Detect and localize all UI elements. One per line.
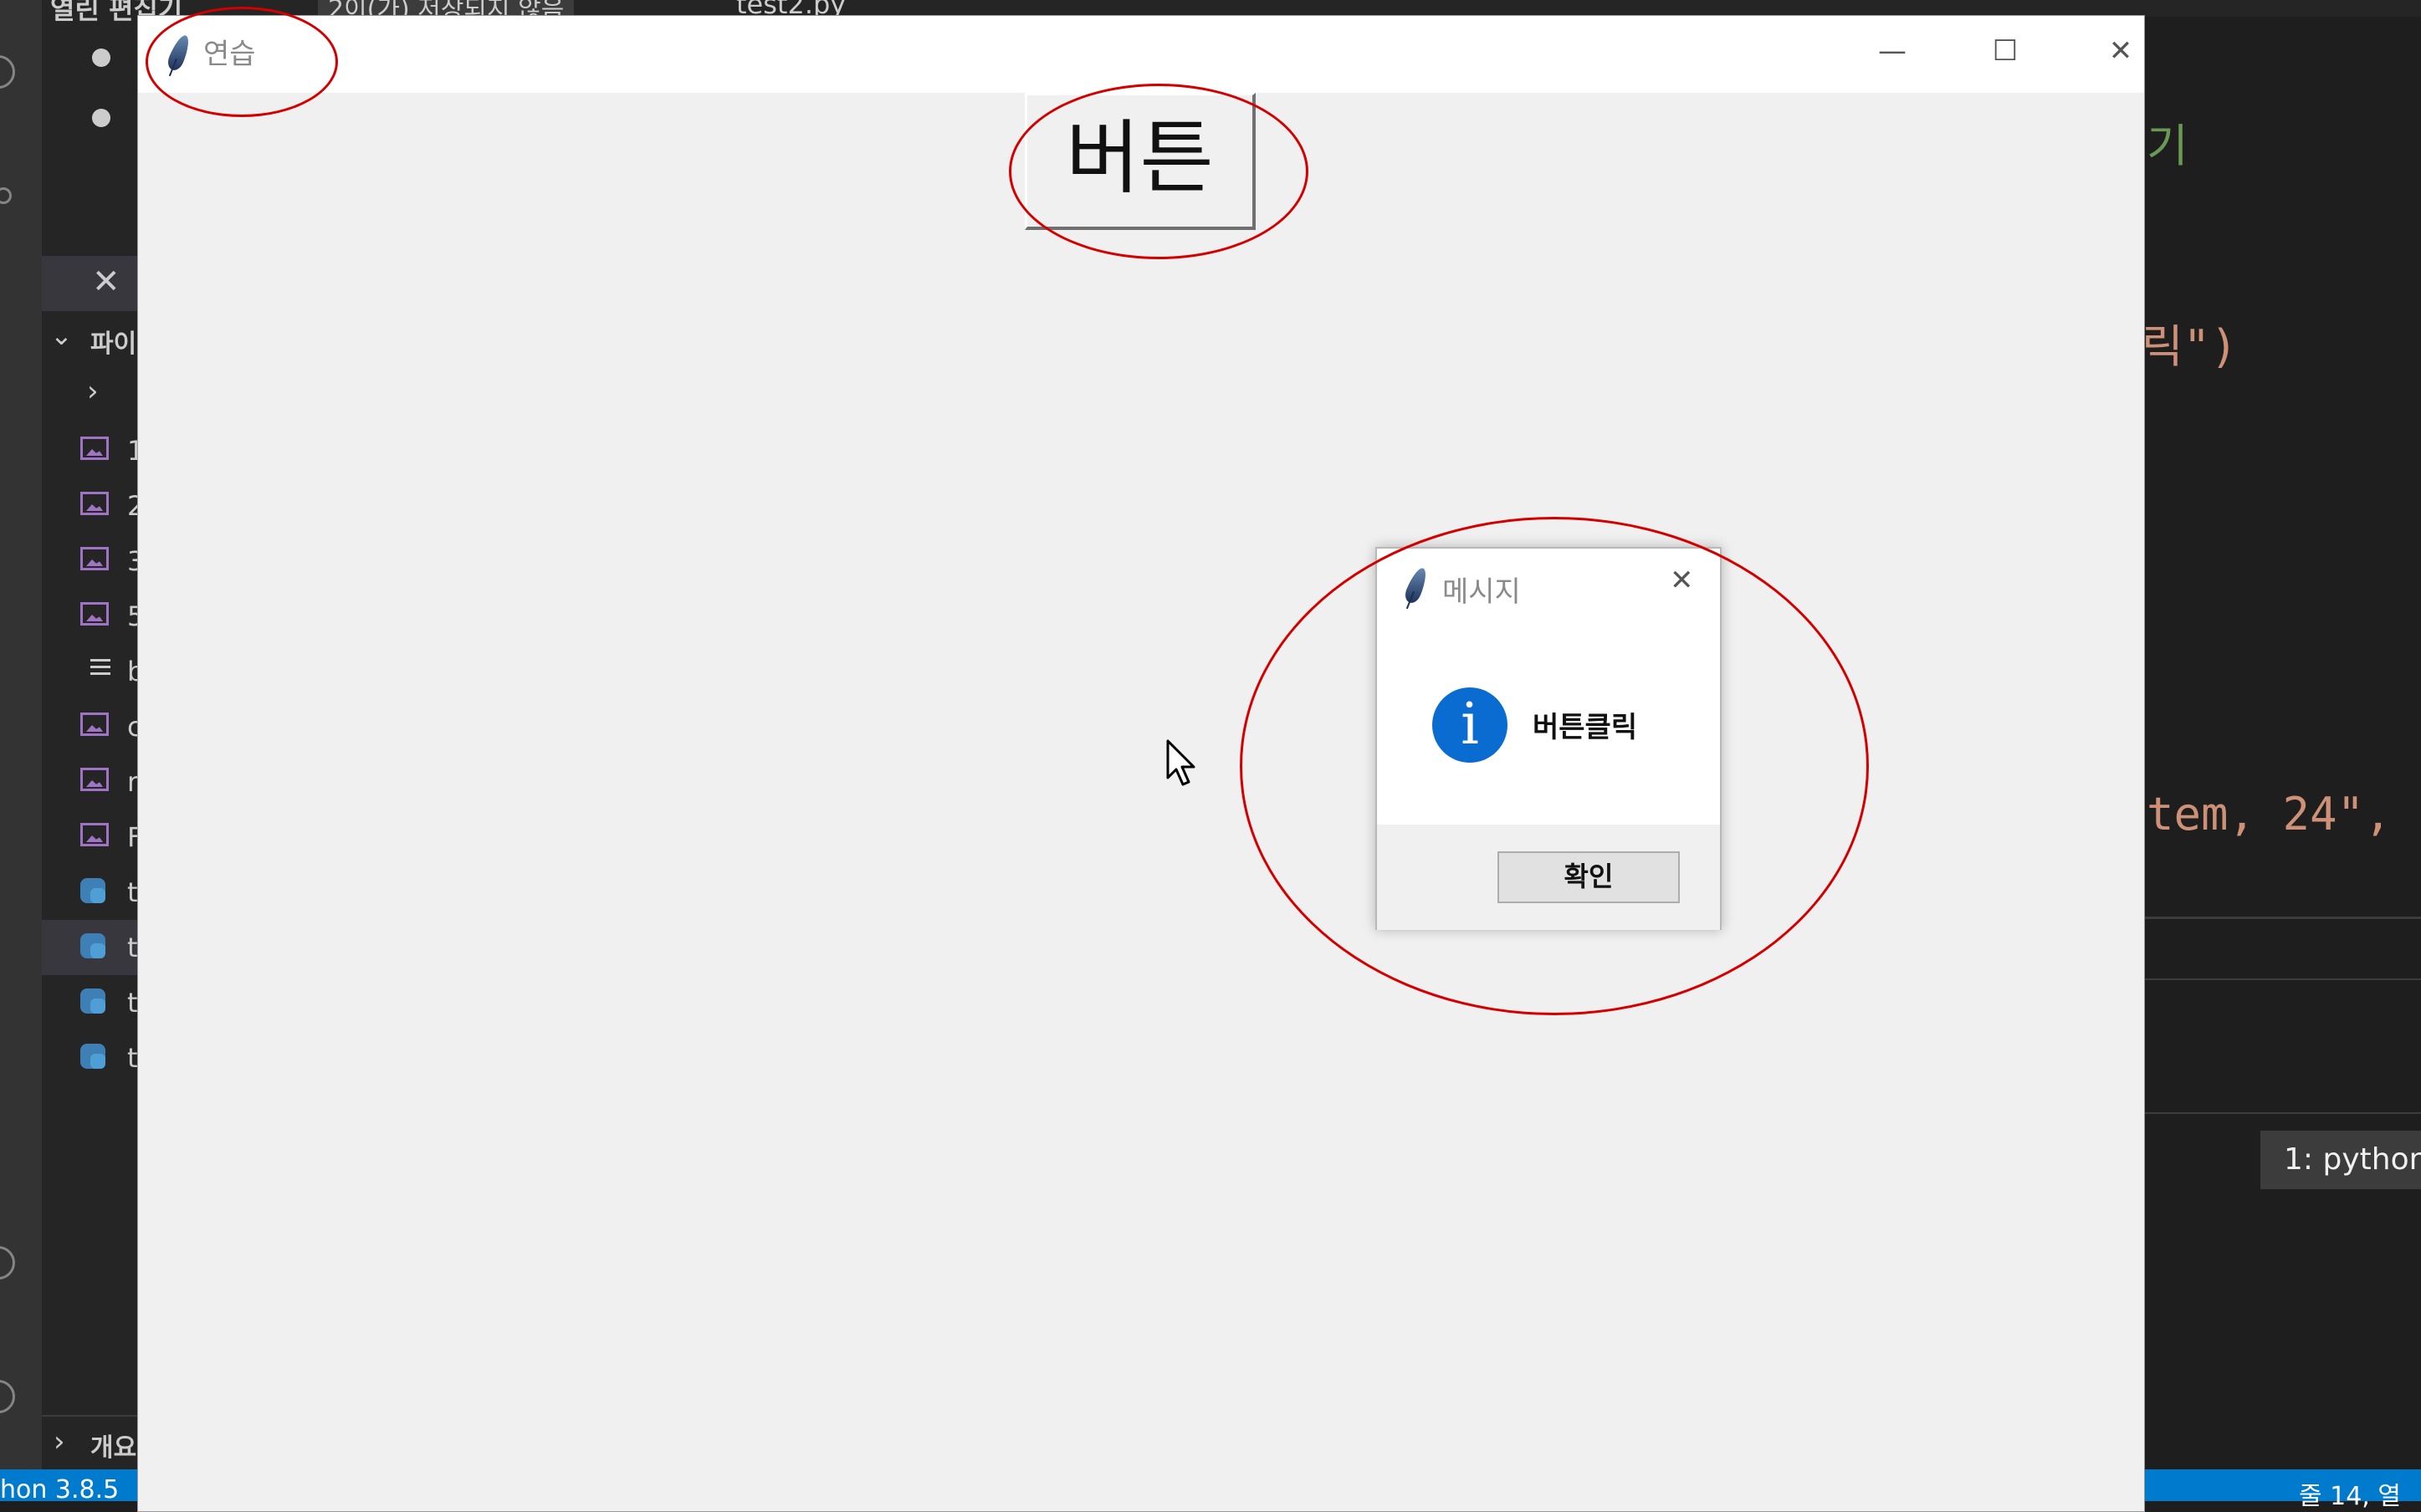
outline-header[interactable]: 개요: [90, 1427, 136, 1463]
file-name[interactable]: t: [127, 876, 138, 908]
activity-bar: [0, 0, 42, 1501]
python-file-icon: [80, 988, 105, 1014]
file-name[interactable]: t: [127, 1042, 138, 1074]
chevron-right-icon[interactable]: ›: [54, 1425, 65, 1458]
status-cursor-position[interactable]: 줄 14, 열: [2299, 1475, 2401, 1512]
outline-section[interactable]: › 개요: [42, 1415, 139, 1467]
python-file-icon: [80, 1044, 105, 1069]
annotation-ellipse-title: [146, 7, 338, 117]
maximize-button[interactable]: ☐: [1955, 16, 2055, 93]
image-file-icon: [80, 492, 109, 515]
python-file-icon: [80, 933, 105, 958]
image-file-icon: [80, 768, 109, 791]
mouse-cursor-icon: [1166, 739, 1195, 786]
close-editors-row[interactable]: ✕: [42, 256, 139, 311]
code-fragment: 릭"): [2142, 320, 2238, 373]
unsaved-dot-icon: [92, 109, 110, 127]
bottom-panel: [2143, 917, 2421, 1504]
text-file-icon: [90, 659, 110, 679]
close-icon[interactable]: ✕: [92, 263, 120, 301]
status-python-version[interactable]: hon 3.8.5: [0, 1475, 119, 1504]
file-name[interactable]: t: [127, 932, 138, 963]
panel-divider: [2143, 978, 2421, 980]
explorer-icon[interactable]: [0, 55, 15, 89]
unsaved-dot-icon: [92, 49, 110, 67]
code-fragment-string: tem, 24",: [2147, 788, 2419, 840]
chevron-right-icon[interactable]: ›: [87, 375, 99, 408]
chevron-down-icon[interactable]: ⌄: [50, 319, 73, 351]
source-control-icon[interactable]: [0, 187, 12, 204]
image-file-icon: [80, 823, 109, 846]
file-name[interactable]: t: [127, 987, 138, 1019]
image-file-icon: [80, 437, 109, 460]
editor-tab-strip: [686, 0, 2421, 17]
image-file-icon: [80, 713, 109, 736]
image-file-icon: [80, 602, 109, 626]
annotation-ellipse-button: [1009, 84, 1308, 259]
terminal-select[interactable]: 1: python: [2260, 1131, 2421, 1189]
folder-header[interactable]: 파이: [90, 323, 136, 360]
code-fragment: tem, 24", c: [2147, 788, 2421, 840]
explorer-sidebar: [42, 0, 139, 1501]
main-titlebar[interactable]: 연습 — ☐ ✕: [138, 16, 2144, 93]
python-file-icon: [80, 878, 105, 903]
code-fragment: 기: [2147, 120, 2188, 172]
close-button[interactable]: ✕: [2070, 16, 2171, 93]
settings-gear-icon[interactable]: [0, 1380, 15, 1413]
image-file-icon: [80, 547, 109, 570]
annotation-ellipse-dialog: [1240, 517, 1869, 1015]
minimize-button[interactable]: —: [1842, 16, 1942, 93]
panel-divider: [2143, 1112, 2421, 1114]
account-icon[interactable]: [0, 1246, 15, 1280]
